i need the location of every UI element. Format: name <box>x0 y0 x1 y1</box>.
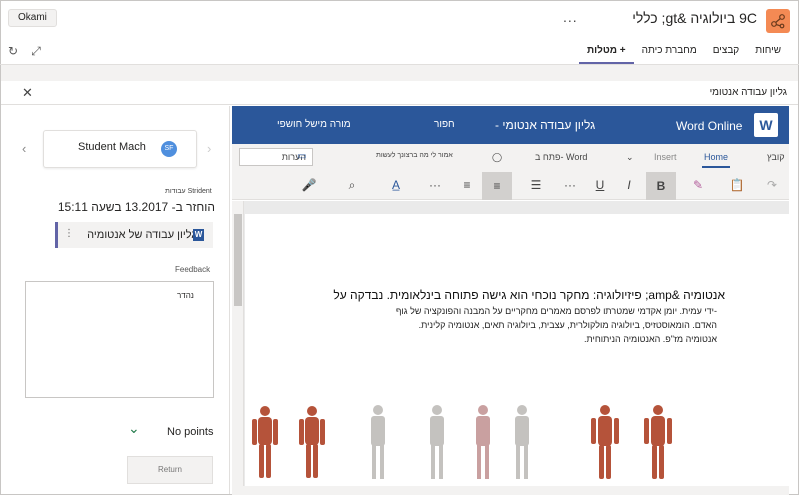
scrollbar-thumb[interactable] <box>234 214 242 306</box>
returned-timestamp: הוחזר ב- 13.2017 בשעה 15:11 <box>57 200 215 214</box>
student-name: Student Mach <box>78 141 146 153</box>
underline-button[interactable]: U <box>593 177 607 193</box>
tab-home-indicator <box>702 166 730 168</box>
dictate-icon[interactable]: 🎤 <box>296 177 322 193</box>
document-title[interactable]: גליון עבודה אנטומי - <box>495 118 595 132</box>
align-right-icon[interactable]: ≡ <box>482 172 512 200</box>
content-band <box>1 65 798 81</box>
word-logo-icon: W <box>754 113 778 137</box>
tab-insert[interactable]: Insert <box>654 152 677 162</box>
chevron-left-icon[interactable]: ‹ <box>22 141 26 156</box>
document-heading: אנטומיה &amp; פיזיולוגיה: מחקר נוכחי הוא… <box>333 288 725 302</box>
user-name[interactable]: מורה מישל חושפי <box>277 119 351 130</box>
file-more-icon[interactable]: ⋮ <box>64 228 74 239</box>
refresh-icon[interactable]: ↻ <box>6 44 20 58</box>
feedback-label: Feedback <box>175 265 211 274</box>
find-icon[interactable]: ⌕ <box>340 177 364 193</box>
close-icon[interactable]: ✕ <box>22 85 33 101</box>
top-icons: ↻ ⤢ <box>6 44 52 58</box>
italic-button[interactable]: I <box>622 177 636 193</box>
chevron-down-icon[interactable]: ⌄ <box>626 152 634 163</box>
avatar: SF <box>161 141 177 157</box>
tab-class-notebook[interactable]: מחברת כיתה <box>634 44 705 64</box>
context-button[interactable]: Okami <box>8 9 57 27</box>
tab-home[interactable]: Home <box>704 152 728 162</box>
document-line: אנטומיה מז"פ. האנטומיה הניתוחית. <box>583 334 717 344</box>
word-online-label: Word Online <box>676 119 743 133</box>
more-options-button[interactable]: ... <box>563 9 578 25</box>
format-painter-icon[interactable]: ✎ <box>690 177 706 193</box>
document-line: האדם. הומאוסטזיס, ביולוגיה מולקולרית, עצ… <box>418 320 717 330</box>
save-status: חפור <box>434 119 455 130</box>
align-center-icon[interactable]: ≡ <box>458 177 476 193</box>
points-field[interactable]: No points <box>167 426 213 438</box>
tab-conversations[interactable]: שיחות <box>747 44 789 64</box>
expand-icon[interactable]: ⤢ <box>29 44 43 58</box>
tab-assignments[interactable]: מטלות + <box>578 44 634 64</box>
return-button[interactable]: Return <box>127 456 213 484</box>
more-icon[interactable]: ··· <box>560 177 580 193</box>
tell-me-input[interactable]: אמור לי מה ברצונך לעשות <box>376 152 453 159</box>
document-line: -ידי עמית. יומן אקדמי שמטרתו לפרסם מאמרי… <box>395 306 717 316</box>
chevron-down-icon[interactable]: ⌄ <box>128 420 140 437</box>
more-icon[interactable]: ··· <box>425 177 445 193</box>
feedback-text: נהדר <box>177 291 194 300</box>
student-work-label: עבודות Strident <box>165 188 212 195</box>
assignment-header <box>1 81 798 105</box>
undo-icon[interactable]: ↷ <box>765 177 779 193</box>
paste-icon[interactable]: 📋 <box>726 177 748 193</box>
font-color-icon[interactable]: A̲ <box>384 177 408 193</box>
word-file-icon: W <box>193 229 204 241</box>
file-name: גליון עבודה של אנטומיה <box>87 229 196 241</box>
comment-icon: ▭ <box>297 151 307 162</box>
chevron-right-icon[interactable]: › <box>207 141 211 156</box>
team-avatar-icon <box>766 9 790 33</box>
tab-files[interactable]: קבצים <box>705 44 748 64</box>
bold-button[interactable]: B <box>646 172 676 200</box>
status-bar <box>232 486 789 495</box>
tab-file[interactable]: קובץ <box>767 152 785 162</box>
team-title: 9C ביולוגיה &gt; כללי <box>632 10 757 26</box>
open-in-word-button[interactable]: פתח ב- Word <box>535 152 587 162</box>
anatomy-illustration <box>245 402 725 482</box>
channel-tabs: שיחות קבצים מחברת כיתה מטלות + <box>578 44 789 64</box>
assignment-title: גליון עבודה אנטומי <box>709 87 787 98</box>
bullets-icon[interactable]: ☰ <box>524 177 548 193</box>
lightbulb-icon: ◯ <box>492 152 503 162</box>
